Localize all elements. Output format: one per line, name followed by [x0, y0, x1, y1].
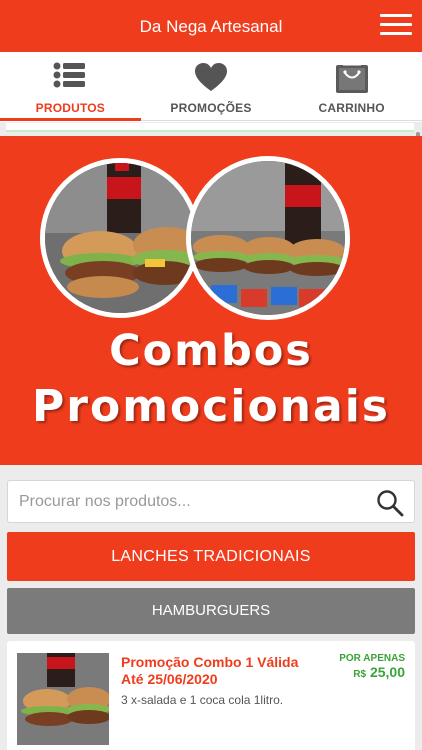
content-strip — [6, 123, 414, 132]
tab-promocoes[interactable]: PROMOÇÕES — [141, 52, 282, 122]
banner-title-line2: Promocionais — [32, 381, 390, 432]
app-screen: Da Nega Artesanal PRODUTOS PROMOÇÕES CAR… — [0, 0, 422, 750]
product-title: Promoção Combo 1 Válida Até 25/06/2020 — [121, 654, 299, 687]
top-bar: Da Nega Artesanal — [0, 0, 422, 52]
list-icon — [53, 62, 87, 93]
tab-carrinho-label: CARRINHO — [318, 101, 385, 115]
product-description: 3 x-salada e 1 coca cola 1litro. — [121, 693, 284, 707]
shopping-bag-icon — [335, 62, 369, 99]
search-icon[interactable] — [376, 489, 404, 522]
price-label: POR APENAS — [339, 653, 405, 664]
product-price: R$ 25,00 — [353, 664, 405, 680]
heart-icon — [194, 62, 228, 97]
combo-photo-left — [40, 158, 200, 318]
category-hamburguers[interactable]: HAMBURGUERS — [7, 588, 415, 634]
price-currency: R$ — [353, 669, 367, 680]
search-box — [7, 480, 415, 523]
tab-produtos-label: PRODUTOS — [35, 101, 106, 115]
tab-carrinho[interactable]: CARRINHO — [281, 52, 422, 122]
search-input[interactable] — [8, 481, 368, 522]
product-image — [17, 653, 109, 745]
tab-divider — [141, 120, 422, 121]
promo-banner[interactable]: Combos Promocionais — [0, 136, 422, 465]
tab-promocoes-label: PROMOÇÕES — [170, 101, 252, 115]
tab-bar: PRODUTOS PROMOÇÕES CARRINHO — [0, 52, 422, 122]
hamburger-menu-icon[interactable] — [380, 12, 412, 38]
tab-produtos[interactable]: PRODUTOS — [0, 52, 141, 122]
app-title: Da Nega Artesanal — [139, 17, 283, 36]
product-card[interactable]: Promoção Combo 1 Válida Até 25/06/2020 3… — [7, 641, 415, 750]
category-lanches-tradicionais[interactable]: LANCHES TRADICIONAIS — [7, 532, 415, 581]
price-value: 25,00 — [369, 664, 405, 680]
combo-photo-right — [186, 156, 350, 320]
banner-title-line1: Combos — [109, 326, 313, 376]
active-tab-indicator — [0, 118, 141, 121]
